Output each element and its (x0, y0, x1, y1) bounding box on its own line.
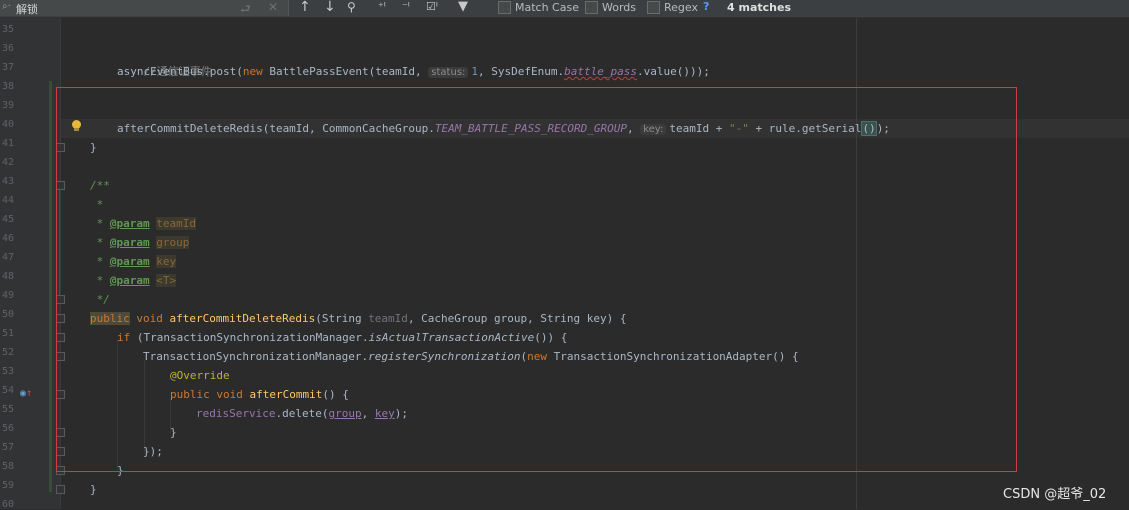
line-number: 47 (1, 252, 14, 263)
line-number: 48 (1, 271, 14, 282)
line-number: 56 (1, 423, 14, 434)
line-number: 58 (1, 461, 14, 472)
parameter-hint: status: (428, 67, 469, 78)
line-number: 40 (1, 119, 14, 130)
line-number: 42 (1, 157, 14, 168)
remove-selection-icon[interactable]: ⁻ᴵ (402, 0, 410, 13)
line-number: 49 (1, 290, 14, 301)
code-text: .value())); (636, 65, 710, 78)
code-text: asyncEventBus.post( (117, 65, 243, 78)
words-label[interactable]: Words (602, 1, 636, 14)
line-number: 53 (1, 366, 14, 377)
search-input[interactable]: 解锁 (16, 1, 38, 17)
find-toolbar: ⌕· 解锁 ⮐ ✕ ↑ ↓ ⚲ ⁺ᴵ ⁻ᴵ ☑ᴵ ▼ Match Case Wo… (0, 0, 1129, 18)
prev-occurrence-icon[interactable]: ↑ (299, 0, 311, 15)
regex-checkbox[interactable] (647, 1, 660, 14)
clear-icon[interactable]: ✕ (268, 0, 278, 14)
code-text: } (90, 483, 97, 496)
regex-help-icon[interactable]: ? (703, 0, 709, 13)
words-checkbox[interactable] (585, 1, 598, 14)
watermark: CSDN @超爷_02 (1003, 487, 1107, 502)
match-count: 4 matches (727, 1, 791, 14)
line-number: 52 (1, 347, 14, 358)
match-case-label[interactable]: Match Case (515, 1, 579, 14)
line-number: 59 (1, 480, 14, 491)
next-occurrence-icon[interactable]: ↓ (324, 0, 336, 15)
override-gutter-icon[interactable]: ◉↑ (20, 388, 32, 399)
line-number: 38 (1, 81, 14, 92)
line-number: 50 (1, 309, 14, 320)
code-line-37: asyncEventBus.post(new BattlePassEvent(t… (117, 62, 710, 81)
line-number: 41 (1, 138, 14, 149)
line-number: 35 (1, 24, 14, 35)
find-all-icon[interactable]: ⚲ (347, 0, 356, 14)
line-number: 36 (1, 43, 14, 54)
line-number: 44 (1, 195, 14, 206)
code-line-59: } (90, 480, 97, 499)
line-number: 60 (1, 499, 14, 510)
line-number: 39 (1, 100, 14, 111)
vcs-change-marker (49, 100, 52, 492)
highlight-annotation-box (56, 87, 1017, 472)
line-number: 51 (1, 328, 14, 339)
line-number: 55 (1, 404, 14, 415)
match-case-checkbox[interactable] (498, 1, 511, 14)
line-number: 57 (1, 442, 14, 453)
search-icon[interactable]: ⌕· (2, 1, 11, 12)
filter-icon[interactable]: ▼ (458, 0, 468, 14)
line-number: 37 (1, 62, 14, 73)
code-text: , SysDefEnum. (478, 65, 565, 78)
line-number: 45 (1, 214, 14, 225)
line-number: 43 (1, 176, 14, 187)
static-field: battle_pass (564, 65, 637, 78)
line-number: 46 (1, 233, 14, 244)
code-line-36: //通信证事件 (117, 43, 212, 78)
code-text: BattlePassEvent(teamId, (262, 65, 429, 78)
vcs-change-marker (49, 81, 52, 100)
keyword: new (242, 65, 263, 78)
line-number: 54 (1, 385, 14, 396)
search-field[interactable]: ⌕· 解锁 ⮐ ✕ (0, 0, 289, 16)
add-selection-icon[interactable]: ⁺ᴵ (378, 0, 386, 13)
regex-label[interactable]: Regex (664, 1, 698, 14)
select-all-occurrences-icon[interactable]: ☑ᴵ (426, 0, 438, 13)
